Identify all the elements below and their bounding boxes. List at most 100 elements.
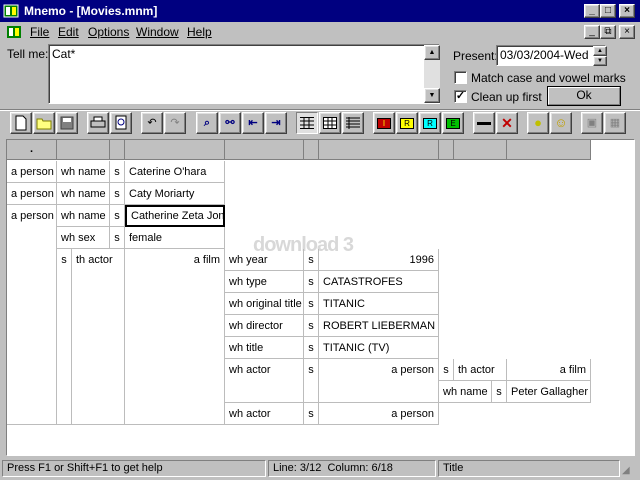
minimize-button[interactable]: _	[584, 4, 600, 18]
tag-cyan-icon[interactable]: R	[419, 112, 441, 134]
resize-grip-icon[interactable]: ◢	[622, 464, 636, 478]
image-icon[interactable]: ▣	[581, 112, 603, 134]
grid-cell[interactable]: th actor	[454, 359, 507, 381]
undo-icon[interactable]: ↶	[141, 112, 163, 134]
grid-cell[interactable]: s	[304, 293, 319, 315]
grid-cell[interactable]: a film	[125, 249, 225, 271]
grid-cell[interactable]: 1996	[319, 249, 439, 271]
close-button[interactable]: ×	[619, 4, 635, 18]
maximize-button[interactable]: □	[600, 4, 616, 18]
grid-cell[interactable]: wh original title	[225, 293, 304, 315]
tag-yellow-icon[interactable]: R	[396, 112, 418, 134]
header-cell-7[interactable]	[439, 140, 454, 160]
menu-options[interactable]: Options	[88, 25, 129, 39]
delete-icon[interactable]: ✕	[496, 112, 518, 134]
grid-cell[interactable]: TITANIC	[319, 293, 439, 315]
grid-cell[interactable]: s	[110, 161, 125, 183]
document-icon[interactable]	[6, 24, 22, 40]
grid-cell[interactable]: wh name	[57, 205, 110, 227]
menu-help[interactable]: Help	[187, 25, 212, 39]
grid-cell[interactable]: TITANIC (TV)	[319, 337, 439, 359]
grid-cell[interactable]: wh director	[225, 315, 304, 337]
find-next-icon[interactable]: ⚯	[219, 112, 241, 134]
smile-icon[interactable]: ☺	[550, 112, 572, 134]
header-cell-8[interactable]	[454, 140, 507, 160]
grid-cell[interactable]: s	[110, 227, 125, 249]
grid-cell[interactable]: s	[304, 249, 319, 271]
line-icon[interactable]	[473, 112, 495, 134]
grid-cell[interactable]: CATASTROFES	[319, 271, 439, 293]
grid-cell[interactable]: wh actor	[225, 359, 304, 403]
find-last-icon[interactable]: ⇥	[265, 112, 287, 134]
spin-down-icon[interactable]: ▼	[593, 56, 607, 66]
menu-file[interactable]: File	[30, 25, 49, 39]
child-restore-button[interactable]: ⧉	[600, 25, 616, 39]
grid-cell[interactable]: wh year	[225, 249, 304, 271]
header-cell-3[interactable]	[125, 140, 225, 160]
find-icon[interactable]: ⌕	[196, 112, 218, 134]
find-first-icon[interactable]: ⇤	[242, 112, 264, 134]
sheet-icon[interactable]: ▦	[604, 112, 626, 134]
grid-cell[interactable]: s	[304, 359, 319, 403]
grid-cell[interactable]: wh name	[57, 183, 110, 205]
print-preview-icon[interactable]	[110, 112, 132, 134]
grid-cell[interactable]: a person	[7, 205, 57, 227]
tell-me-input[interactable]: Cat*	[48, 44, 440, 104]
grid-cell[interactable]: a film	[507, 359, 591, 381]
spin-up-icon[interactable]: ▲	[593, 46, 607, 56]
match-case-checkbox[interactable]	[454, 71, 467, 84]
grid-view-icon[interactable]	[296, 112, 318, 134]
grid-cell[interactable]: Caty Moriarty	[125, 183, 225, 205]
present-date-input[interactable]: 03/03/2004-Wed	[496, 45, 606, 66]
selected-cell[interactable]: Catherine Zeta Jon	[125, 205, 225, 227]
query-scrollbar[interactable]: ▲ ▼	[424, 45, 440, 103]
grid-cell[interactable]: wh title	[225, 337, 304, 359]
header-cell-6[interactable]	[319, 140, 439, 160]
print-icon[interactable]	[87, 112, 109, 134]
grid-cell[interactable]: s	[304, 403, 319, 425]
tag-red-icon[interactable]: I	[373, 112, 395, 134]
menu-window[interactable]: Window	[136, 25, 179, 39]
header-cell-9[interactable]	[507, 140, 591, 160]
menu-edit[interactable]: Edit	[58, 25, 79, 39]
redo-icon[interactable]: ↷	[164, 112, 186, 134]
grid-cell[interactable]: a person	[7, 161, 57, 183]
header-cell-4[interactable]	[225, 140, 304, 160]
scroll-up-icon[interactable]: ▲	[424, 45, 440, 60]
clean-up-checkbox[interactable]: ✓	[454, 90, 467, 103]
open-icon[interactable]	[33, 112, 55, 134]
bulb-icon[interactable]: ●	[527, 112, 549, 134]
grid-cell[interactable]: s	[304, 271, 319, 293]
data-grid[interactable]: . download 3 a person wh name s Caterine…	[6, 139, 635, 456]
grid-cell[interactable]: wh actor	[225, 403, 304, 425]
grid-cell[interactable]: s	[492, 381, 507, 403]
grid-cell[interactable]: s	[110, 205, 125, 227]
header-cell-1[interactable]	[57, 140, 110, 160]
grid-cell[interactable]: ROBERT LIEBERMAN	[319, 315, 439, 337]
new-icon[interactable]	[10, 112, 32, 134]
child-minimize-button[interactable]: _	[584, 25, 600, 39]
grid-cell[interactable]: s	[110, 183, 125, 205]
grid-cell[interactable]: a person	[319, 359, 439, 403]
grid-cell[interactable]: a person	[319, 403, 439, 425]
header-cell-0[interactable]: .	[7, 140, 57, 160]
table-view-icon[interactable]	[319, 112, 341, 134]
scroll-down-icon[interactable]: ▼	[424, 88, 440, 103]
tag-green-icon[interactable]: E	[442, 112, 464, 134]
grid-cell[interactable]: Peter Gallagher	[507, 381, 591, 403]
grid-cell[interactable]: s	[304, 315, 319, 337]
child-close-button[interactable]: ×	[619, 25, 635, 39]
grid-cell[interactable]: th actor	[72, 249, 125, 271]
grid-cell[interactable]: s	[57, 249, 72, 271]
grid-cell[interactable]: s	[304, 337, 319, 359]
grid-cell[interactable]: wh name	[57, 161, 110, 183]
grid-cell[interactable]: female	[125, 227, 225, 249]
save-icon[interactable]	[56, 112, 78, 134]
grid-cell[interactable]: a person	[7, 183, 57, 205]
grid-cell[interactable]: wh type	[225, 271, 304, 293]
title-bar[interactable]: Mnemo - [Movies.mnm] _ □ ×	[0, 0, 640, 22]
grid-cell[interactable]: wh name	[439, 381, 492, 403]
grid-cell[interactable]: wh sex	[57, 227, 110, 249]
list-view-icon[interactable]	[342, 112, 364, 134]
grid-cell[interactable]: Caterine O'hara	[125, 161, 225, 183]
